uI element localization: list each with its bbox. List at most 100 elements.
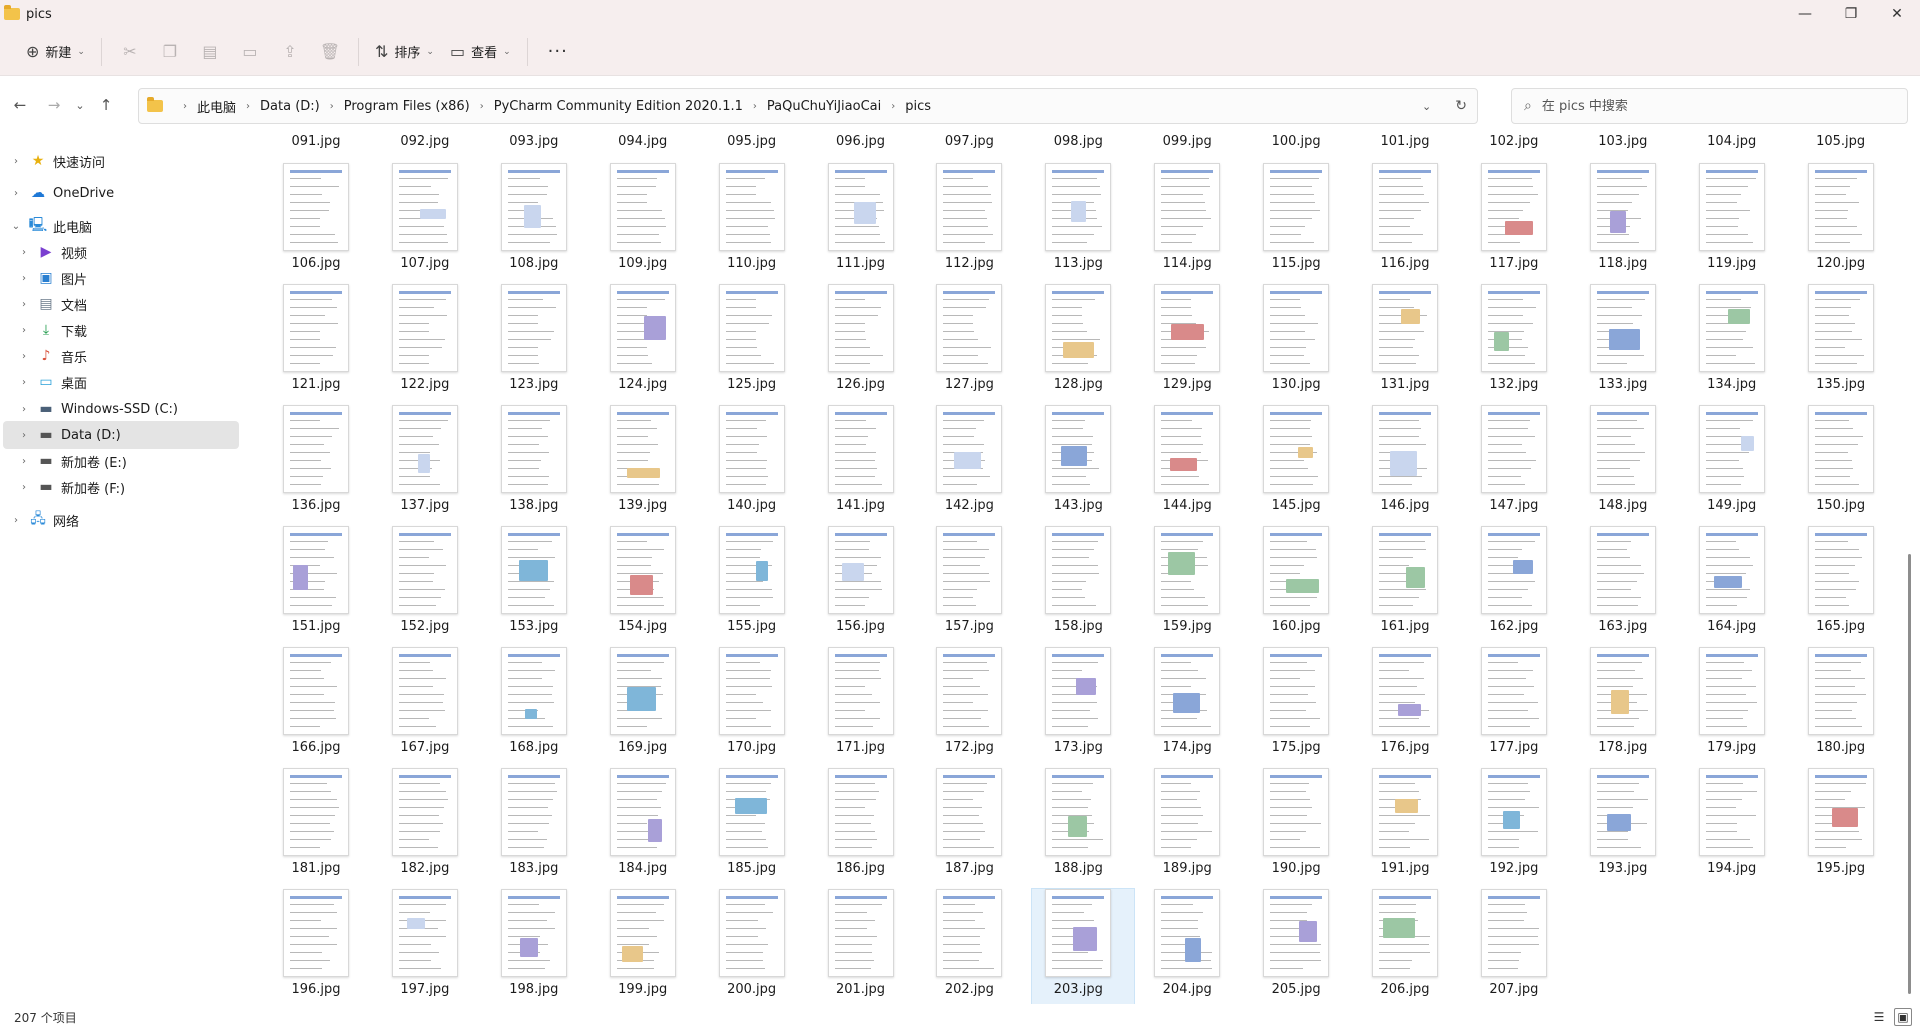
sidebar-item[interactable]: › ▭ 桌面 bbox=[3, 368, 239, 396]
image-thumbnail[interactable] bbox=[936, 284, 1003, 372]
image-thumbnail[interactable] bbox=[609, 526, 676, 614]
file-item[interactable]: 182.jpg bbox=[378, 767, 482, 885]
file-item[interactable]: 132.jpg bbox=[1467, 283, 1571, 401]
search-box[interactable]: ⌕ bbox=[1511, 88, 1908, 124]
sidebar-item[interactable]: › ▬ 新加卷 (F:) bbox=[3, 473, 239, 501]
file-item[interactable]: 155.jpg bbox=[705, 525, 809, 643]
file-item[interactable]: 126.jpg bbox=[814, 283, 918, 401]
image-thumbnail[interactable] bbox=[1372, 163, 1438, 251]
image-thumbnail[interactable] bbox=[1372, 889, 1438, 977]
image-thumbnail[interactable] bbox=[1154, 889, 1221, 977]
image-thumbnail[interactable] bbox=[609, 647, 676, 735]
image-thumbnail[interactable] bbox=[1263, 768, 1330, 856]
image-thumbnail[interactable] bbox=[283, 768, 349, 856]
file-item[interactable]: 193.jpg bbox=[1576, 767, 1680, 885]
file-item[interactable]: 144.jpg bbox=[1140, 404, 1244, 522]
image-thumbnail[interactable] bbox=[609, 163, 676, 251]
chevron-right-icon[interactable]: › bbox=[17, 404, 31, 415]
image-thumbnail[interactable] bbox=[1263, 163, 1330, 251]
breadcrumb-item[interactable]: pics bbox=[905, 99, 931, 114]
file-item[interactable]: 146.jpg bbox=[1358, 404, 1462, 522]
file-item[interactable]: 179.jpg bbox=[1685, 646, 1789, 764]
image-thumbnail[interactable] bbox=[827, 284, 894, 372]
chevron-right-icon[interactable]: › bbox=[17, 482, 31, 493]
file-item[interactable]: 099.jpg bbox=[1140, 134, 1244, 154]
sidebar-item[interactable]: › ♪ 音乐 bbox=[3, 342, 239, 370]
address-dropdown-icon[interactable]: ⌄ bbox=[1422, 100, 1431, 113]
image-thumbnail[interactable] bbox=[283, 405, 349, 493]
file-item[interactable]: 199.jpg bbox=[596, 888, 700, 1004]
image-thumbnail[interactable] bbox=[1372, 768, 1438, 856]
copy-icon[interactable]: ❐ bbox=[150, 35, 190, 69]
file-item[interactable]: 160.jpg bbox=[1249, 525, 1353, 643]
more-options-button[interactable]: ··· bbox=[536, 41, 580, 62]
image-thumbnail[interactable] bbox=[1807, 163, 1874, 251]
image-thumbnail[interactable] bbox=[391, 526, 458, 614]
image-thumbnail[interactable] bbox=[1480, 163, 1547, 251]
file-item[interactable]: 130.jpg bbox=[1249, 283, 1353, 401]
file-item[interactable]: 149.jpg bbox=[1685, 404, 1789, 522]
file-item[interactable]: 128.jpg bbox=[1031, 283, 1135, 401]
file-item[interactable]: 172.jpg bbox=[922, 646, 1026, 764]
image-thumbnail[interactable] bbox=[609, 889, 676, 977]
image-thumbnail[interactable] bbox=[1045, 889, 1112, 977]
file-item[interactable]: 207.jpg bbox=[1467, 888, 1571, 1004]
chevron-right-icon[interactable]: › bbox=[9, 515, 23, 526]
image-thumbnail[interactable] bbox=[1263, 889, 1330, 977]
sort-button[interactable]: ⇅ 排序 ⌄ bbox=[367, 35, 442, 69]
file-item[interactable]: 116.jpg bbox=[1358, 162, 1462, 280]
breadcrumb-item[interactable]: PyCharm Community Edition 2020.1.1 bbox=[494, 99, 743, 114]
chevron-down-icon[interactable]: ⌄ bbox=[9, 221, 23, 232]
image-thumbnail[interactable] bbox=[283, 647, 349, 735]
file-item[interactable]: 192.jpg bbox=[1467, 767, 1571, 885]
file-item[interactable]: 108.jpg bbox=[487, 162, 591, 280]
file-item[interactable]: 097.jpg bbox=[922, 134, 1026, 154]
image-thumbnail[interactable] bbox=[1154, 526, 1221, 614]
sidebar-item[interactable]: › ☁ OneDrive bbox=[3, 179, 239, 207]
image-thumbnail[interactable] bbox=[1589, 768, 1656, 856]
file-item[interactable]: 154.jpg bbox=[596, 525, 700, 643]
image-thumbnail[interactable] bbox=[1480, 647, 1547, 735]
image-thumbnail[interactable] bbox=[1154, 647, 1221, 735]
breadcrumb-item[interactable]: Program Files (x86) bbox=[344, 99, 470, 114]
file-item[interactable]: 203.jpg bbox=[1031, 888, 1136, 1004]
file-item[interactable]: 166.jpg bbox=[269, 646, 373, 764]
image-thumbnail[interactable] bbox=[1045, 405, 1112, 493]
image-thumbnail[interactable] bbox=[283, 284, 349, 372]
sidebar-item[interactable]: › ▶ 视频 bbox=[3, 238, 239, 266]
file-item[interactable]: 100.jpg bbox=[1249, 134, 1353, 154]
file-item[interactable]: 194.jpg bbox=[1685, 767, 1789, 885]
file-item[interactable]: 143.jpg bbox=[1031, 404, 1135, 522]
file-item[interactable]: 183.jpg bbox=[487, 767, 591, 885]
file-item[interactable]: 098.jpg bbox=[1031, 134, 1135, 154]
sidebar-item[interactable]: › 🖧 网络 bbox=[3, 506, 239, 534]
file-item[interactable]: 105.jpg bbox=[1794, 134, 1898, 154]
file-item[interactable]: 181.jpg bbox=[269, 767, 373, 885]
file-item[interactable]: 173.jpg bbox=[1031, 646, 1135, 764]
file-item[interactable]: 204.jpg bbox=[1140, 888, 1244, 1004]
image-thumbnail[interactable] bbox=[827, 405, 894, 493]
image-thumbnail[interactable] bbox=[391, 405, 458, 493]
search-input[interactable] bbox=[1541, 98, 1872, 114]
file-item[interactable]: 184.jpg bbox=[596, 767, 700, 885]
sidebar-item[interactable]: › ★ 快速访问 bbox=[3, 147, 239, 175]
image-thumbnail[interactable] bbox=[1480, 284, 1547, 372]
vertical-scrollbar[interactable] bbox=[1908, 134, 1912, 1004]
image-thumbnail[interactable] bbox=[391, 284, 458, 372]
file-item[interactable]: 123.jpg bbox=[487, 283, 591, 401]
image-thumbnail[interactable] bbox=[1589, 647, 1656, 735]
file-item[interactable]: 106.jpg bbox=[269, 162, 373, 280]
chevron-right-icon[interactable]: › bbox=[17, 377, 31, 388]
file-item[interactable]: 091.jpg bbox=[269, 134, 373, 154]
image-thumbnail[interactable] bbox=[827, 163, 894, 251]
file-item[interactable]: 103.jpg bbox=[1576, 134, 1680, 154]
breadcrumb-separator[interactable]: › bbox=[891, 101, 895, 112]
image-thumbnail[interactable] bbox=[1807, 526, 1874, 614]
file-item[interactable]: 140.jpg bbox=[705, 404, 809, 522]
chevron-right-icon[interactable]: › bbox=[17, 351, 31, 362]
file-item[interactable]: 137.jpg bbox=[378, 404, 482, 522]
chevron-right-icon[interactable]: › bbox=[17, 247, 31, 258]
image-thumbnail[interactable] bbox=[718, 768, 785, 856]
image-thumbnail[interactable] bbox=[391, 647, 458, 735]
file-item[interactable]: 129.jpg bbox=[1140, 283, 1244, 401]
